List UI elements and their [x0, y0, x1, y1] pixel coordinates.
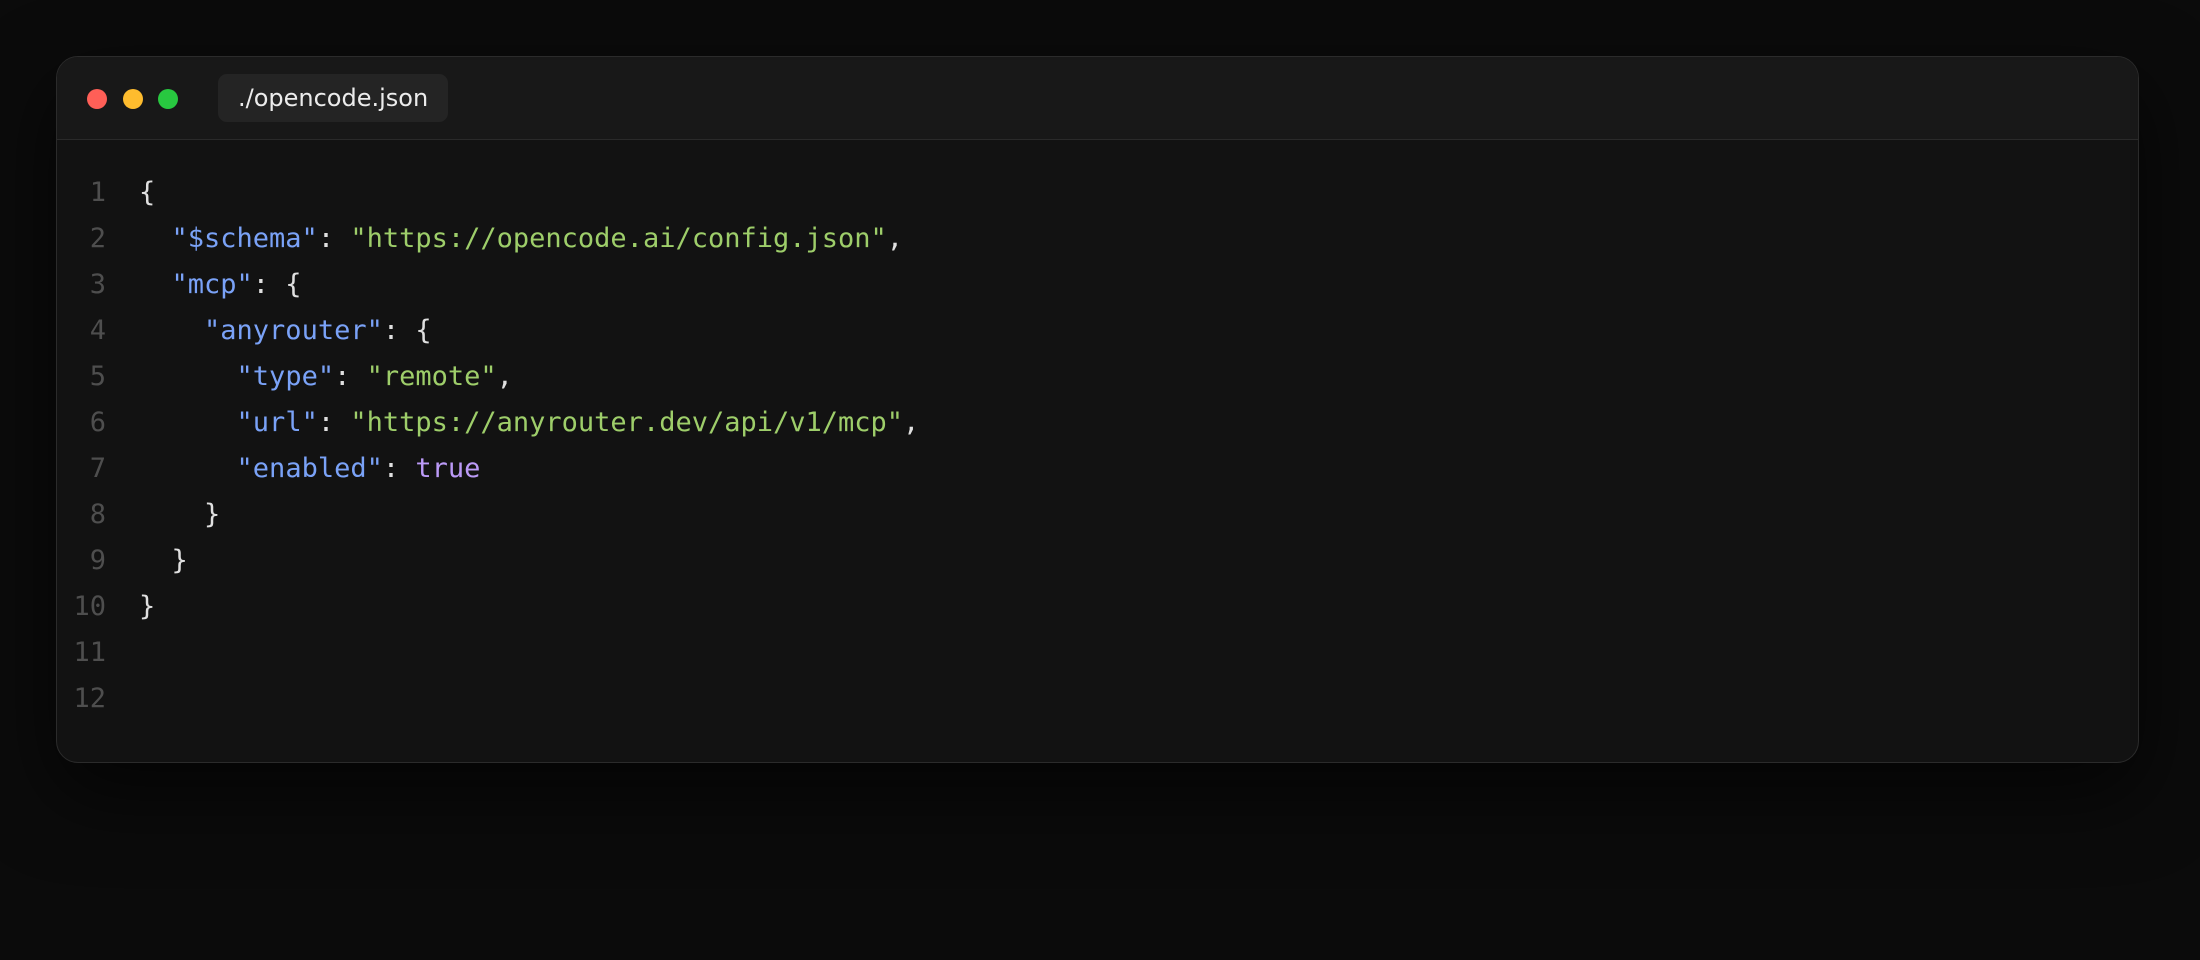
code-line: 4 "anyrouter": {	[57, 308, 2138, 354]
code-line: 3 "mcp": {	[57, 262, 2138, 308]
title-bar: ./opencode.json	[57, 57, 2138, 140]
code-line: 6 "url": "https://anyrouter.dev/api/v1/m…	[57, 400, 2138, 446]
code-line: 2 "$schema": "https://opencode.ai/config…	[57, 216, 2138, 262]
line-number: 2	[89, 223, 106, 254]
code-line: 8 }	[57, 492, 2138, 538]
json-punctuation: }	[139, 591, 156, 622]
json-punctuation: :	[317, 407, 351, 438]
line-content: "type": "remote",	[139, 354, 513, 400]
line-content: "mcp": {	[139, 262, 302, 308]
json-key: "$schema"	[171, 223, 318, 254]
json-key: "type"	[236, 361, 335, 392]
json-punctuation: : {	[252, 269, 302, 300]
maximize-window-button[interactable]	[158, 89, 178, 109]
code-line: 5 "type": "remote",	[57, 354, 2138, 400]
code-line: 1{	[57, 170, 2138, 216]
json-key: "anyrouter"	[204, 315, 383, 346]
line-number: 1	[89, 177, 106, 208]
json-punctuation: :	[382, 453, 416, 484]
json-punctuation: : {	[382, 315, 432, 346]
line-number: 6	[89, 407, 106, 438]
line-number: 12	[73, 683, 106, 714]
json-punctuation: }	[204, 499, 221, 530]
line-content: }	[139, 584, 155, 630]
json-string: "remote"	[366, 361, 497, 392]
file-tab[interactable]: ./opencode.json	[218, 74, 449, 122]
json-string: "https://opencode.ai/config.json"	[350, 223, 887, 254]
json-punctuation: :	[334, 361, 367, 392]
line-content: }	[139, 492, 220, 538]
code-line: 10}	[57, 584, 2138, 630]
json-key: "url"	[236, 407, 318, 438]
line-content: "url": "https://anyrouter.dev/api/v1/mcp…	[139, 400, 920, 446]
json-punctuation: ,	[496, 361, 513, 392]
line-number: 10	[73, 591, 106, 622]
json-boolean: true	[415, 453, 481, 484]
close-window-button[interactable]	[87, 89, 107, 109]
json-punctuation: {	[139, 177, 156, 208]
editor-window: ./opencode.json 1{2 "$schema": "https://…	[56, 56, 2139, 763]
json-punctuation: }	[171, 545, 188, 576]
line-number: 11	[73, 637, 106, 668]
line-content: {	[139, 170, 155, 216]
line-number: 7	[89, 453, 106, 484]
line-content: "anyrouter": {	[139, 308, 432, 354]
json-punctuation: ,	[903, 407, 920, 438]
json-punctuation: :	[317, 223, 351, 254]
line-number: 9	[89, 545, 106, 576]
json-key: "mcp"	[171, 269, 253, 300]
json-string: "https://anyrouter.dev/api/v1/mcp"	[350, 407, 904, 438]
line-content: "enabled": true	[139, 446, 481, 492]
minimize-window-button[interactable]	[123, 89, 143, 109]
json-punctuation: ,	[886, 223, 904, 254]
line-number: 5	[89, 361, 106, 392]
line-number: 4	[89, 315, 106, 346]
code-area[interactable]: 1{2 "$schema": "https://opencode.ai/conf…	[57, 170, 2138, 722]
code-line: 7 "enabled": true	[57, 446, 2138, 492]
json-key: "enabled"	[236, 453, 383, 484]
code-line: 9 }	[57, 538, 2138, 584]
line-content: }	[139, 538, 188, 584]
code-line: 12	[57, 676, 2138, 722]
line-content: "$schema": "https://opencode.ai/config.j…	[139, 216, 904, 262]
line-number: 3	[89, 269, 106, 300]
code-line: 11	[57, 630, 2138, 676]
line-number: 8	[89, 499, 106, 530]
